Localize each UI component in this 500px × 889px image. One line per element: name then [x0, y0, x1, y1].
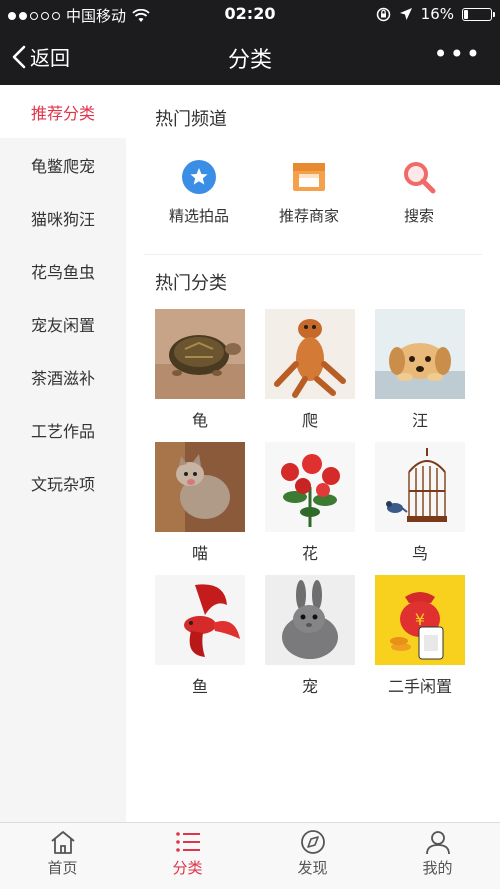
- sidebar-item-reptiles[interactable]: 龟鳖爬宠: [0, 138, 126, 191]
- location-arrow-icon: [399, 8, 412, 20]
- kitten-image: [155, 442, 245, 532]
- hot-categories-title: 热门分类: [155, 273, 227, 294]
- compass-icon: [300, 830, 325, 854]
- sidebar-item-pet-secondhand[interactable]: 宠友闲置: [0, 297, 126, 350]
- puppy-image: [375, 309, 465, 399]
- sidebar-item-recommended[interactable]: 推荐分类: [0, 85, 126, 138]
- star-icon: [181, 159, 217, 195]
- sidebar-item-crafts[interactable]: 工艺作品: [0, 403, 126, 456]
- rotation-lock-icon: [376, 7, 390, 21]
- category-lizard-label: 爬: [301, 411, 318, 430]
- category-flower[interactable]: 花: [265, 442, 355, 564]
- category-tortoise[interactable]: 龟: [155, 309, 245, 431]
- category-bird[interactable]: 鸟: [375, 442, 465, 564]
- channel-featured[interactable]: 精选拍品: [144, 159, 254, 229]
- channel-featured-label: 精选拍品: [168, 207, 229, 225]
- status-bar: 中国移动 02:20 16%: [0, 0, 500, 28]
- channel-merchants-label: 推荐商家: [278, 207, 339, 225]
- category-lizard[interactable]: 爬: [265, 309, 355, 431]
- channel-merchants[interactable]: 推荐商家: [254, 159, 364, 229]
- category-puppy-label: 汪: [411, 411, 428, 430]
- tab-discover[interactable]: 发现: [250, 823, 375, 889]
- tab-mine[interactable]: 我的: [375, 823, 500, 889]
- battery-fill: [464, 9, 468, 19]
- tab-discover-label: 发现: [297, 859, 328, 877]
- home-icon: [50, 831, 75, 854]
- category-bird-label: 鸟: [411, 544, 428, 563]
- lizard-image: [265, 309, 355, 399]
- top-header: 中国移动 02:20 16% 返回 分类 •••: [0, 0, 500, 85]
- tab-mine-label: 我的: [422, 859, 453, 877]
- category-fish-label: 鱼: [191, 677, 208, 696]
- rabbit-image: [265, 575, 355, 665]
- category-secondhand-label: 二手闲置: [387, 677, 452, 696]
- channel-search-label: 搜索: [403, 207, 434, 225]
- list-icon: [175, 832, 200, 852]
- flower-image: [265, 442, 355, 532]
- category-flower-label: 花: [301, 544, 318, 563]
- sidebar-item-flowers-birds[interactable]: 花鸟鱼虫: [0, 244, 126, 297]
- status-right: 16%: [376, 5, 495, 23]
- tab-category[interactable]: 分类: [125, 823, 250, 889]
- user-icon: [425, 831, 450, 855]
- category-sidebar: 推荐分类 龟鳖爬宠 猫咪狗汪 花鸟鱼虫 宠友闲置 茶酒滋补 工艺作品 文玩杂项: [0, 85, 126, 822]
- sidebar-item-tea-wine[interactable]: 茶酒滋补: [0, 350, 126, 403]
- bottom-tab-bar: 首页 分类 发现 我的: [0, 822, 500, 889]
- category-kitten[interactable]: 喵: [155, 442, 245, 564]
- category-secondhand[interactable]: ¥ 二手闲置: [375, 575, 465, 697]
- battery-percent: 16%: [420, 5, 454, 23]
- nav-bar: 返回 分类 •••: [0, 28, 500, 85]
- search-icon: [401, 159, 437, 195]
- tab-category-label: 分类: [172, 859, 203, 877]
- svg-text:¥: ¥: [415, 610, 425, 629]
- battery-icon: [462, 7, 495, 21]
- money-bag-image: ¥: [375, 575, 465, 665]
- shop-icon: [291, 159, 327, 195]
- more-button[interactable]: •••: [434, 40, 482, 68]
- category-tortoise-label: 龟: [191, 411, 208, 430]
- category-puppy[interactable]: 汪: [375, 309, 465, 431]
- hot-channels-title: 热门频道: [155, 109, 227, 130]
- hot-channels: 精选拍品 推荐商家 搜索: [144, 159, 474, 229]
- category-fish[interactable]: 鱼: [155, 575, 245, 697]
- section-divider: [144, 254, 482, 255]
- page-title: 分类: [227, 48, 272, 73]
- tab-home[interactable]: 首页: [0, 823, 125, 889]
- main-content: 热门频道 精选拍品 推荐商家 搜索 热门分类 龟 爬 汪 喵 花 鸟 鱼 宠 ¥…: [126, 85, 500, 822]
- tortoise-image: [155, 309, 245, 399]
- sidebar-item-collectibles[interactable]: 文玩杂项: [0, 456, 126, 509]
- tab-home-label: 首页: [47, 859, 78, 877]
- category-rabbit[interactable]: 宠: [265, 575, 355, 697]
- sidebar-item-cats-dogs[interactable]: 猫咪狗汪: [0, 191, 126, 244]
- fish-image: [155, 575, 245, 665]
- category-kitten-label: 喵: [191, 544, 208, 563]
- channel-search[interactable]: 搜索: [364, 159, 474, 229]
- category-rabbit-label: 宠: [301, 677, 318, 696]
- birdcage-image: [375, 442, 465, 532]
